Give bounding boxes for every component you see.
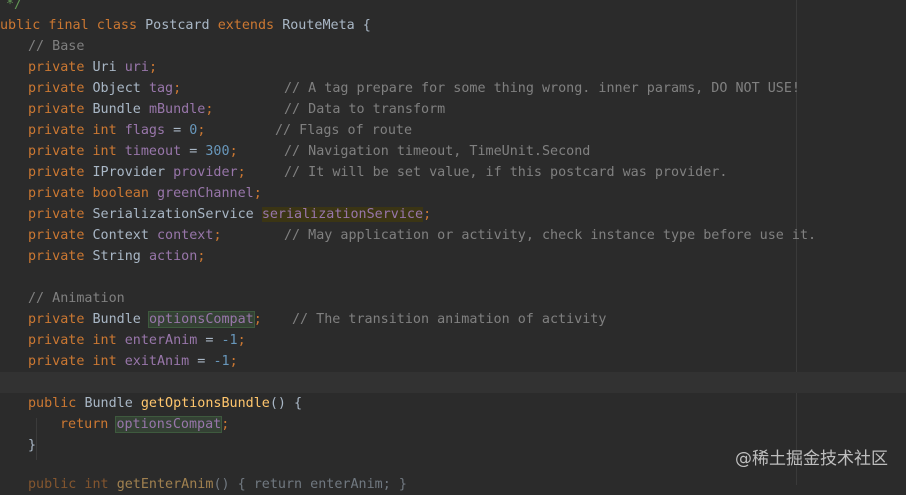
code-line-return: return optionsCompat; [60, 416, 230, 433]
code-line-comment-animation: // Animation [28, 291, 125, 306]
code-line-field-greenchannel: private boolean greenChannel; [28, 186, 262, 201]
code-line-field-tag: private Object tag;// A tag prepare for … [28, 81, 800, 96]
current-line[interactable] [0, 372, 906, 393]
code-line-1: */ [6, 0, 23, 12]
code-line-field-action: private String action; [28, 249, 206, 264]
code-line-field-optionscompat: private Bundle optionsCompat;// The tran… [28, 311, 607, 328]
code-line-field-mbundle: private Bundle mBundle;// Data to transf… [28, 102, 446, 117]
code-editor[interactable]: */ ublic final class Postcard extends Ro… [0, 0, 906, 492]
code-line-field-flags: private int flags = 0;// Flags of route [28, 123, 413, 138]
code-line-field-exitanim: private int exitAnim = -1; [28, 354, 238, 369]
code-line-class-decl: ublic final class Postcard extends Route… [0, 18, 371, 33]
code-line-field-provider: private IProvider provider;// It will be… [28, 165, 728, 180]
code-line-field-timeout: private int timeout = 300;// Navigation … [28, 144, 591, 159]
code-line-field-enteranim: private int enterAnim = -1; [28, 333, 246, 348]
code-line-field-serialization: private SerializationService serializati… [28, 207, 432, 222]
code-line-method-decl: public Bundle getOptionsBundle() { [28, 396, 303, 411]
code-line-comment-base: // Base [28, 39, 85, 54]
watermark: @稀土掘金技术社区 [735, 449, 888, 469]
code-line-field-uri: private Uri uri; [28, 60, 157, 75]
code-line-field-context: private Context context;// May applicati… [28, 228, 817, 243]
